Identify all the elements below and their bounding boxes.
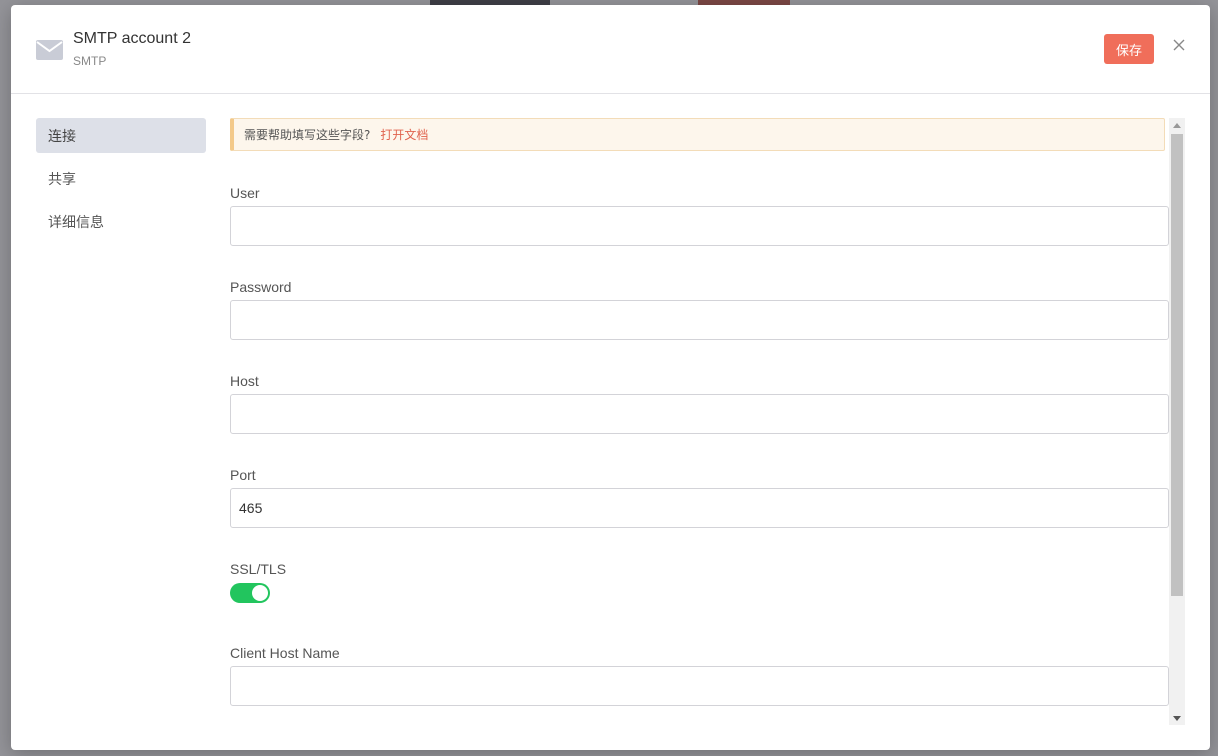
- password-input[interactable]: [230, 300, 1169, 340]
- help-notice-text: 需要帮助填写这些字段?: [244, 128, 371, 142]
- ssl-label: SSL/TLS: [230, 561, 287, 577]
- ssl-toggle[interactable]: [230, 583, 270, 603]
- toggle-knob: [252, 585, 268, 601]
- mail-icon: [36, 40, 63, 60]
- sidebar-item-details[interactable]: 详细信息: [36, 204, 206, 239]
- client-host-input[interactable]: [230, 666, 1169, 706]
- ssl-field: SSL/TLS: [230, 560, 1169, 610]
- save-button[interactable]: 保存: [1104, 34, 1154, 64]
- help-notice: 需要帮助填写这些字段? 打开文档: [230, 118, 1165, 151]
- sidebar-item-connection[interactable]: 连接: [36, 118, 206, 153]
- client-host-label: Client Host Name: [230, 645, 340, 661]
- form-scrollbar[interactable]: [1169, 118, 1185, 725]
- password-field: Password: [230, 278, 1169, 340]
- host-field: Host: [230, 372, 1169, 434]
- client-host-field: Client Host Name: [230, 644, 1169, 706]
- scroll-up-arrow-icon[interactable]: [1169, 118, 1185, 132]
- sidebar-item-label: 连接: [48, 128, 76, 145]
- password-label: Password: [230, 279, 292, 295]
- close-icon[interactable]: [1169, 35, 1189, 55]
- modal-subtitle: SMTP: [73, 54, 107, 68]
- smtp-credential-modal: SMTP account 2 SMTP 保存 连接 共享 详细信息 需要帮助填写…: [11, 5, 1210, 750]
- sidebar-nav: 连接 共享 详细信息: [36, 118, 206, 247]
- modal-header: SMTP account 2 SMTP 保存: [11, 5, 1210, 94]
- port-input[interactable]: [230, 488, 1169, 528]
- sidebar-item-sharing[interactable]: 共享: [36, 161, 206, 196]
- connection-form: 需要帮助填写这些字段? 打开文档 User Password Host Port…: [230, 118, 1169, 722]
- open-docs-link[interactable]: 打开文档: [380, 126, 428, 143]
- host-input[interactable]: [230, 394, 1169, 434]
- modal-title: SMTP account 2: [73, 30, 191, 47]
- port-field: Port: [230, 466, 1169, 528]
- user-input[interactable]: [230, 206, 1169, 246]
- scrollbar-thumb[interactable]: [1171, 134, 1183, 596]
- user-field: User: [230, 184, 1169, 246]
- sidebar-item-label: 共享: [48, 171, 76, 188]
- port-label: Port: [230, 467, 256, 483]
- scroll-down-arrow-icon[interactable]: [1169, 711, 1185, 725]
- sidebar-item-label: 详细信息: [48, 214, 104, 231]
- host-label: Host: [230, 373, 259, 389]
- user-label: User: [230, 185, 260, 201]
